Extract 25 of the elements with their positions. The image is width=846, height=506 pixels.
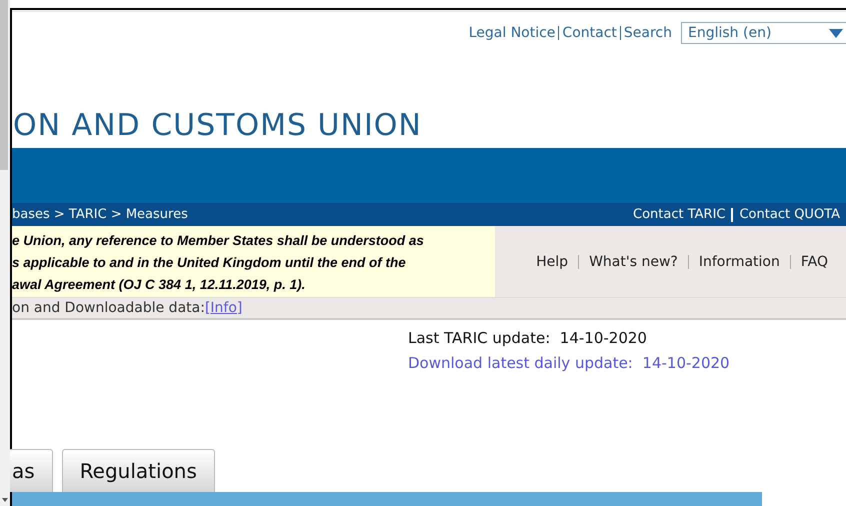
last-update-text: Last TARIC update: 14-10-2020 [408,328,648,350]
site-title: ON AND CUSTOMS UNION [12,108,423,145]
info-link[interactable]: [Info] [204,300,242,316]
contact-link[interactable]: Contact QUOTA [739,207,840,222]
scrollbar[interactable] [0,0,10,506]
notice-text: awal Agreement (OJ C 384 1, 12.11.2019, p. 1). [12,276,306,294]
help-link[interactable]: Information [698,254,780,270]
contact-link[interactable]: Contact TARIC [633,207,726,222]
tab[interactable]: Regulations [62,449,215,492]
help-link[interactable]: FAQ [800,254,828,270]
language-select[interactable]: English (en) [681,22,846,44]
header-link[interactable]: Contact [562,25,617,42]
help-link[interactable]: Help [536,254,568,270]
tab[interactable]: as [8,449,53,492]
data-note: on and Downloadable data: [12,300,205,316]
breadcrumb[interactable]: bases > TARIC > Measures [12,207,188,222]
header-link[interactable]: Search [624,25,672,42]
scroll-down-icon[interactable] [2,498,8,502]
header-link[interactable]: Legal Notice [468,25,556,42]
help-link[interactable]: What's new? [589,254,678,270]
notice-text: e Union, any reference to Member States shall be understood as [12,232,425,250]
notice-text: s applicable to and in the United Kingdom until the end of the [12,254,407,272]
download-link[interactable]: Download latest daily update: 14-10-2020 [408,351,846,376]
dropdown-caret-icon [829,28,843,38]
scrollbar-thumb[interactable] [0,0,8,170]
